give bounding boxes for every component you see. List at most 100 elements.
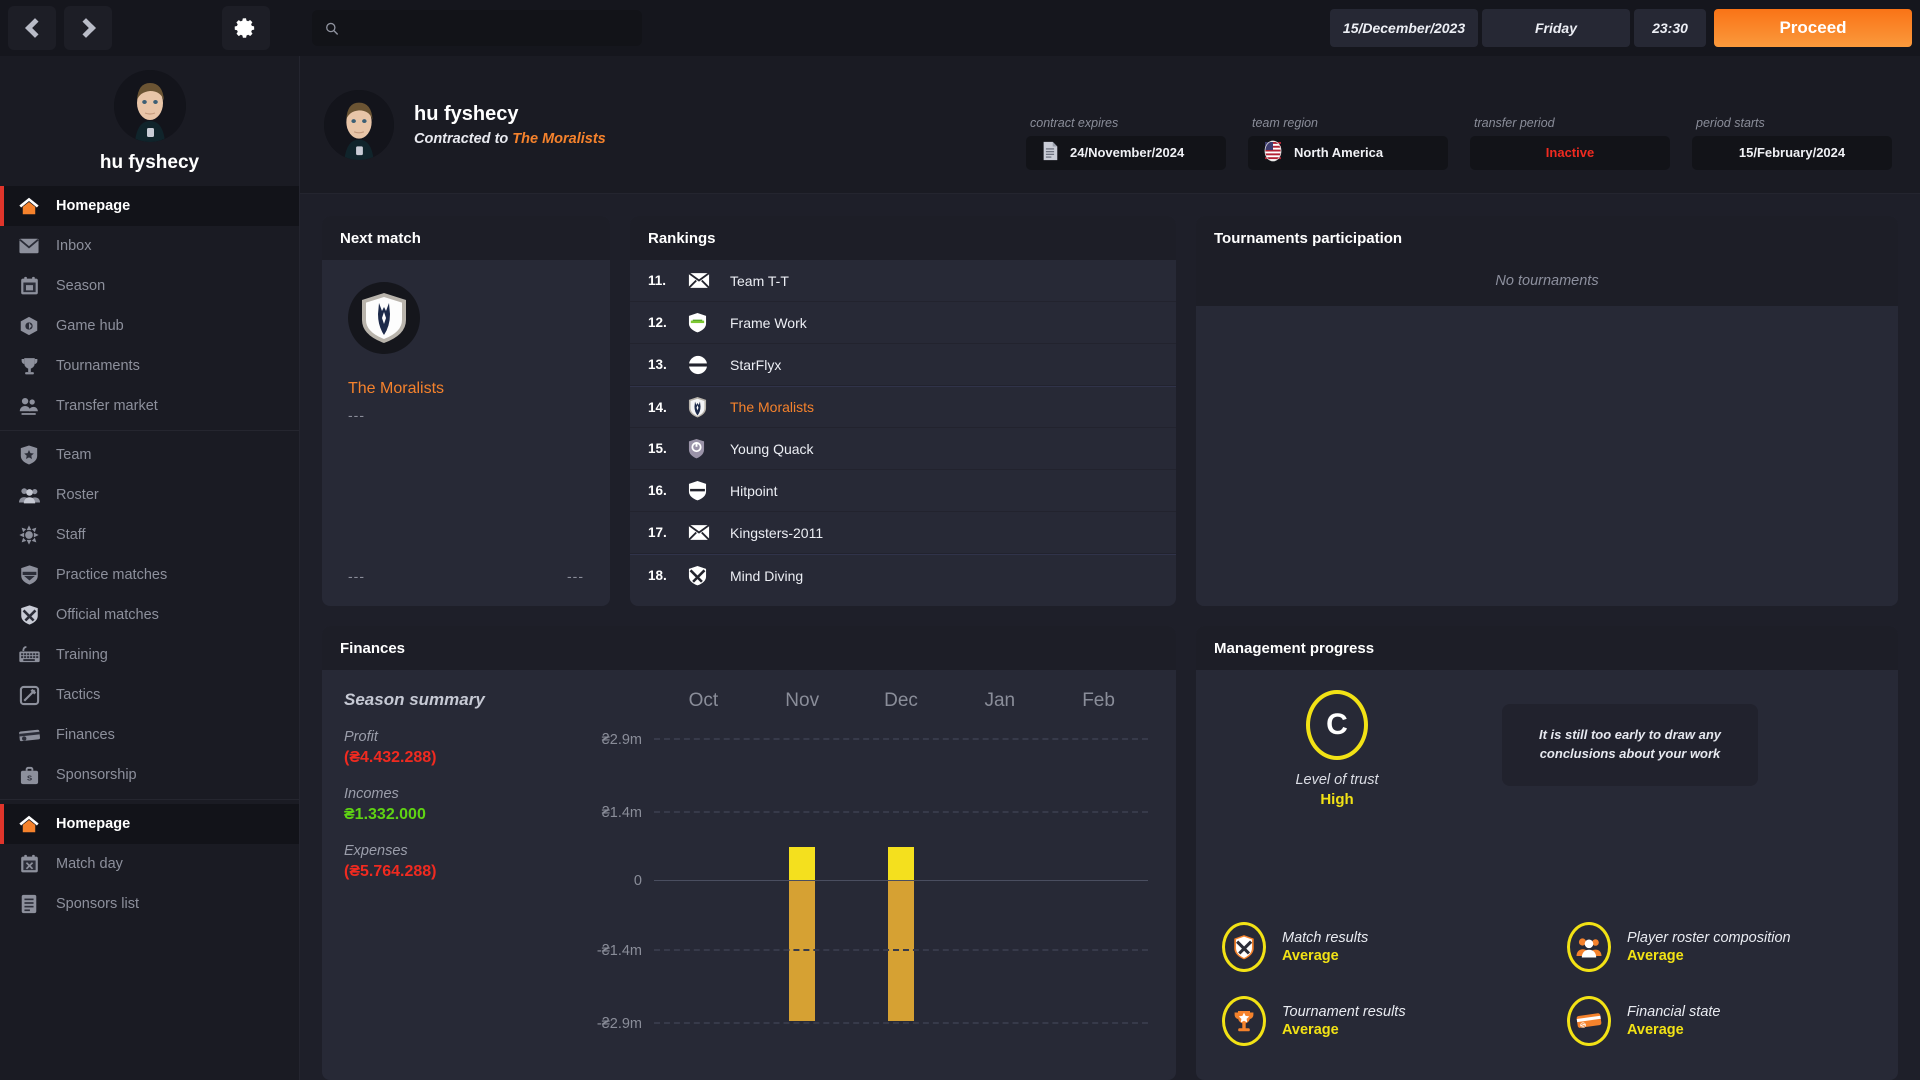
top-bar: 15/December/2023 Friday 23:30 Proceed [0, 0, 1920, 56]
trophy-star-icon [1234, 1010, 1254, 1031]
player-name: hu fyshecy [414, 102, 519, 125]
finances-panel: Finances Season summary Profit (₴4.432.28… [322, 626, 1176, 1080]
next-match-team-name[interactable]: The Moralists [348, 380, 584, 398]
sidebar-item-label: Roster [56, 487, 99, 503]
sidebar-item-training[interactable]: Training [0, 635, 299, 675]
management-metric-value: Average [1627, 1022, 1684, 1038]
finance-stat-value: ₴1.332.000 [344, 806, 426, 823]
chart-gridline: ₴2.9m [602, 732, 1148, 748]
sidebar-item-match-day[interactable]: Match day [0, 844, 299, 884]
sidebar-player-name: hu fyshecy [99, 152, 200, 173]
shield-x-icon [1222, 922, 1266, 972]
shield-white-logo [688, 480, 724, 501]
calendar-icon [16, 274, 42, 298]
contract-team-link[interactable]: The Moralists [512, 131, 605, 147]
dashboard-row-bottom: Finances Season summary Profit (₴4.432.28… [322, 626, 1898, 1080]
people-icon [18, 487, 40, 503]
shield-star-icon [16, 443, 42, 467]
transfer-icon [19, 397, 38, 415]
sidebar-nav: Homepage Inbox Season Game hub Tournaments Tr… [0, 186, 299, 1080]
management-panel: Management progress C Level of trust Hig… [1196, 626, 1898, 1080]
meta-value-box[interactable]: 24/November/2024 [1026, 135, 1226, 170]
management-metrics: Match results Average Player roster compos… [1222, 922, 1872, 1062]
sidebar-item-homepage[interactable]: Homepage [0, 804, 299, 844]
card-icon: S [1576, 1013, 1602, 1029]
sidebar-item-staff[interactable]: Staff [0, 515, 299, 555]
table-row[interactable]: 16. Hitpoint [630, 470, 1176, 512]
sidebar-item-roster[interactable]: Roster [0, 475, 299, 515]
document-icon [1043, 141, 1058, 161]
sidebar-item-official-matches[interactable]: Official matches [0, 595, 299, 635]
next-match-team-logo[interactable] [348, 282, 420, 354]
search-bar[interactable] [312, 10, 642, 46]
back-button[interactable] [8, 6, 56, 50]
next-match-panel: Next match The Moralists --- --- --- [322, 216, 610, 606]
sidebar-item-inbox[interactable]: Inbox [0, 226, 299, 266]
meta-value: North America [1294, 145, 1384, 160]
transfer-icon [16, 394, 42, 418]
table-row[interactable]: 15. Young Quack [630, 428, 1176, 470]
envelope-icon [19, 238, 39, 254]
current-date[interactable]: 15/December/2023 [1330, 9, 1478, 47]
sidebar-item-game-hub[interactable]: Game hub [0, 306, 299, 346]
sidebar-item-season[interactable]: Season [0, 266, 299, 306]
player-header-avatar[interactable] [324, 89, 394, 160]
sidebar-item-finances[interactable]: Finances [0, 715, 299, 755]
avatar[interactable] [113, 70, 186, 142]
meta-value-box[interactable]: Inactive [1470, 135, 1670, 170]
meta-value-box[interactable]: North America [1248, 135, 1448, 170]
current-time[interactable]: 23:30 [1634, 9, 1706, 47]
management-metric-value: Average [1627, 948, 1684, 964]
rank-team-name: Hitpoint [730, 482, 778, 499]
power-shield-logo [688, 439, 705, 459]
management-metric-value: Average [1282, 948, 1339, 964]
rank-position: 16. [648, 483, 667, 498]
finance-stat: Incomes ₴1.332.000 [344, 786, 534, 824]
meta-period-starts: period starts 15/February/2024 [1692, 116, 1892, 170]
meta-value-box[interactable]: 15/February/2024 [1692, 135, 1892, 170]
meta-label: transfer period [1474, 115, 1555, 130]
flag-usa-icon [1262, 140, 1284, 165]
chevron-right-icon [75, 18, 96, 38]
shield-green-logo [688, 312, 724, 333]
navigation-buttons [0, 6, 112, 50]
chevron-left-icon [24, 18, 45, 38]
table-row[interactable]: 18. Mind Diving [630, 554, 1176, 596]
shield-x-icon [20, 605, 38, 625]
sidebar-item-sponsorship[interactable]: S Sponsorship [0, 755, 299, 795]
table-row[interactable]: 12. Frame Work [630, 302, 1176, 344]
sidebar-item-tactics[interactable]: Tactics [0, 675, 299, 715]
table-row[interactable]: 17. Kingsters-2011 [630, 512, 1176, 554]
tournaments-body: No tournaments [1196, 260, 1898, 606]
trust-grade-badge: C [1306, 690, 1368, 760]
chart-gridline: -₴1.4m [597, 943, 1148, 959]
proceed-button[interactable]: Proceed [1714, 9, 1912, 47]
table-row[interactable]: 13. StarFlyx [630, 344, 1176, 386]
table-row[interactable]: 11. Team T-T [630, 260, 1176, 302]
search-icon [326, 22, 338, 35]
current-weekday[interactable]: Friday [1482, 9, 1630, 47]
envelope-logo [688, 524, 710, 541]
sidebar-item-label: Tactics [56, 687, 101, 703]
sidebar-item-sponsors-list[interactable]: Sponsors list [0, 884, 299, 924]
settings-button[interactable] [222, 6, 270, 50]
sidebar-item-label: Tournaments [56, 358, 140, 374]
sidebar-item-label: Official matches [56, 607, 159, 623]
table-row[interactable]: 14. The Moralists [630, 386, 1176, 428]
sidebar-item-practice-matches[interactable]: Practice matches [0, 555, 299, 595]
sidebar-item-tournaments[interactable]: Tournaments [0, 346, 299, 386]
sidebar-item-label: Sponsorship [56, 767, 137, 783]
sidebar-separator [0, 799, 299, 800]
next-match-foot-right: --- [567, 568, 584, 584]
search-input[interactable] [349, 20, 630, 36]
tactics-icon [16, 683, 42, 707]
finance-stat: Expenses (₴5.764.288) [344, 843, 534, 881]
sidebar-item-homepage[interactable]: Homepage [0, 186, 299, 226]
sidebar-item-transfer-market[interactable]: Transfer market [0, 386, 299, 426]
chart-plot-area: ₴2.9m ₴1.4m 0 -₴1.4m -₴2.9m [597, 732, 1148, 1032]
forward-button[interactable] [64, 6, 112, 50]
sidebar-item-team[interactable]: Team [0, 435, 299, 475]
sidebar-item-label: Homepage [56, 198, 131, 214]
envelope-logo [688, 272, 710, 289]
rank-team-name: The Moralists [730, 399, 815, 415]
